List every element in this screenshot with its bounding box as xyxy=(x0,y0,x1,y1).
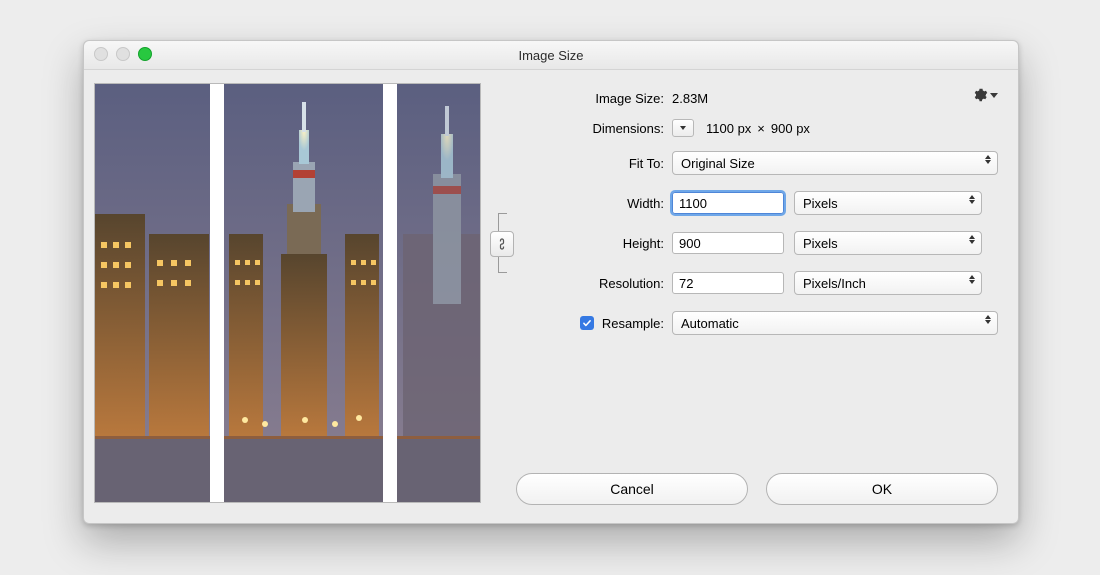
chevron-up-icon xyxy=(985,315,991,319)
height-units-value: Pixels xyxy=(803,236,838,251)
image-size-label: Image Size: xyxy=(494,91,672,106)
width-units-select[interactable]: Pixels xyxy=(794,191,982,215)
form-panel: Image Size: 2.83M Dimensions: 1100 px × … xyxy=(494,83,998,505)
resample-checkbox[interactable] xyxy=(580,316,594,330)
resolution-input[interactable] xyxy=(672,272,784,294)
fit-to-select[interactable]: Original Size xyxy=(672,151,998,175)
settings-menu-button[interactable] xyxy=(972,87,998,103)
chevron-up-icon xyxy=(969,235,975,239)
gear-icon xyxy=(972,87,988,103)
chevron-down-icon xyxy=(985,320,991,324)
resolution-units-select[interactable]: Pixels/Inch xyxy=(794,271,982,295)
height-units-select[interactable]: Pixels xyxy=(794,231,982,255)
width-input[interactable] xyxy=(672,192,784,214)
constrain-proportions-button[interactable] xyxy=(490,231,514,257)
dimensions-times: × xyxy=(751,121,771,136)
width-label: Width: xyxy=(524,196,672,211)
height-label: Height: xyxy=(524,236,672,251)
cancel-button[interactable]: Cancel xyxy=(516,473,748,505)
chevron-down-icon xyxy=(985,160,991,164)
chevron-down-icon xyxy=(969,200,975,204)
resolution-units-value: Pixels/Inch xyxy=(803,276,866,291)
image-size-value: 2.83M xyxy=(672,91,708,106)
dimensions-label: Dimensions: xyxy=(494,121,672,136)
chevron-down-icon xyxy=(969,240,975,244)
resample-select[interactable]: Automatic xyxy=(672,311,998,335)
close-window-icon[interactable] xyxy=(94,47,108,61)
check-icon xyxy=(582,318,592,328)
fit-to-value: Original Size xyxy=(681,156,755,171)
chevron-down-icon xyxy=(990,93,998,98)
chevron-up-icon xyxy=(969,275,975,279)
fit-to-label: Fit To: xyxy=(494,156,672,171)
dimensions-units-button[interactable] xyxy=(672,119,694,137)
resample-label: Resample: xyxy=(602,316,664,331)
dimensions-height: 900 px xyxy=(771,121,810,136)
cancel-button-label: Cancel xyxy=(610,481,654,497)
preview-panel[interactable] xyxy=(94,83,481,503)
resample-value: Automatic xyxy=(681,316,739,331)
image-size-dialog: Image Size xyxy=(83,40,1019,524)
chevron-up-icon xyxy=(985,155,991,159)
link-icon xyxy=(496,237,508,251)
chevron-down-icon xyxy=(680,126,686,130)
ok-button-label: OK xyxy=(872,481,892,497)
ok-button[interactable]: OK xyxy=(766,473,998,505)
zoom-window-icon[interactable] xyxy=(138,47,152,61)
dimensions-width: 1100 px xyxy=(706,121,751,136)
titlebar[interactable]: Image Size xyxy=(84,41,1018,70)
height-input[interactable] xyxy=(672,232,784,254)
chevron-up-icon xyxy=(969,195,975,199)
dialog-title: Image Size xyxy=(518,48,583,63)
minimize-window-icon[interactable] xyxy=(116,47,130,61)
width-units-value: Pixels xyxy=(803,196,838,211)
preview-image-icon xyxy=(95,84,480,502)
chevron-down-icon xyxy=(969,280,975,284)
